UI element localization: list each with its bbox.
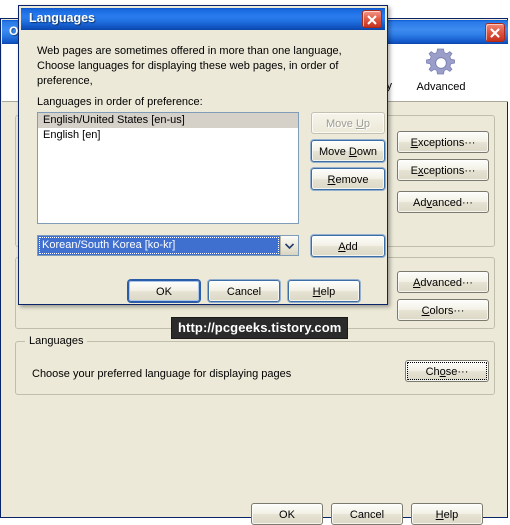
- choose-button-label: se···: [445, 366, 469, 378]
- languages-dialog: Languages Web pages are sometimes offere…: [18, 5, 388, 305]
- dialog-cancel-button[interactable]: Cancel: [208, 280, 280, 302]
- main-cancel-button[interactable]: Cancel: [331, 503, 403, 525]
- close-icon[interactable]: [362, 10, 382, 28]
- colors-button-label: olors···: [429, 305, 465, 317]
- watermark-overlay: http://pcgeeks.tistory.com: [171, 317, 349, 339]
- advanced-button-1[interactable]: Advanced···: [397, 191, 489, 213]
- exceptions-button-1[interactable]: Exceptions···: [397, 131, 489, 153]
- main-ok-label: OK: [279, 509, 295, 521]
- watermark-text: http://pcgeeks.tistory.com: [178, 320, 342, 335]
- colors-button-accel: C: [421, 305, 430, 317]
- main-ok-button[interactable]: OK: [251, 503, 323, 525]
- list-item[interactable]: English/United States [en-us]: [38, 113, 298, 128]
- languages-dialog-titlebar: Languages: [21, 8, 385, 30]
- tab-advanced[interactable]: Advanced: [402, 46, 480, 93]
- advanced-button-1-label: anced···: [432, 197, 473, 209]
- language-select[interactable]: Korean/South Korea [ko-kr]: [37, 235, 299, 256]
- tab-advanced-label: Advanced: [416, 81, 466, 93]
- gear-icon: [402, 46, 480, 80]
- languages-list-label: Languages in order of preference:: [37, 96, 203, 108]
- languages-listbox[interactable]: English/United States [en-us] English [e…: [37, 112, 299, 224]
- remove-button[interactable]: Remove: [311, 168, 385, 190]
- move-down-label: own: [356, 146, 378, 158]
- advanced-button-2-label: dvanced···: [420, 277, 473, 289]
- add-button[interactable]: Add: [311, 235, 385, 257]
- exceptions-button-1-label: xceptions···: [417, 137, 476, 149]
- main-cancel-label: Cancel: [349, 509, 385, 521]
- dialog-help-accel: H: [312, 286, 321, 298]
- dialog-help-label: elp: [320, 286, 336, 298]
- dialog-help-button[interactable]: Help: [288, 280, 360, 302]
- languages-dialog-description: Web pages are sometimes offered in more …: [37, 45, 342, 87]
- move-down-button[interactable]: Move Down: [311, 140, 385, 162]
- advanced-button-2[interactable]: Advanced···: [397, 271, 489, 293]
- language-select-value: Korean/South Korea [ko-kr]: [38, 236, 280, 255]
- main-help-button[interactable]: Help: [411, 503, 483, 525]
- colors-button[interactable]: Colors···: [397, 299, 489, 321]
- languages-group-description: Choose your preferred language for displ…: [32, 368, 292, 380]
- main-help-accel: H: [435, 509, 444, 521]
- list-item[interactable]: English [en]: [38, 128, 298, 143]
- close-icon[interactable]: [485, 23, 505, 42]
- main-help-label: elp: [443, 509, 459, 521]
- choose-button[interactable]: Chose···: [405, 360, 489, 382]
- dialog-ok-label: OK: [156, 286, 172, 298]
- exceptions-button-2-label: ceptions···: [423, 165, 476, 177]
- remove-label: emove: [335, 174, 369, 186]
- add-accel: A: [338, 241, 346, 253]
- languages-dialog-body: Web pages are sometimes offered in more …: [21, 30, 385, 302]
- add-label: dd: [345, 241, 358, 253]
- move-down-accel: D: [348, 146, 357, 158]
- exceptions-button-2[interactable]: Exceptions···: [397, 159, 489, 181]
- languages-group-title: Languages: [25, 335, 88, 347]
- list-item-label: English [en]: [43, 129, 101, 141]
- languages-dialog-title: Languages: [29, 11, 95, 25]
- exceptions-button-1-accel: E: [410, 137, 418, 149]
- move-up-button: Move Up: [311, 112, 385, 134]
- chevron-down-icon[interactable]: [280, 236, 298, 255]
- dialog-ok-button[interactable]: OK: [128, 280, 200, 302]
- move-up-label: p: [363, 118, 371, 130]
- list-item-label: English/United States [en-us]: [43, 114, 185, 126]
- dialog-cancel-label: Cancel: [226, 286, 262, 298]
- move-up-accel: U: [355, 118, 364, 130]
